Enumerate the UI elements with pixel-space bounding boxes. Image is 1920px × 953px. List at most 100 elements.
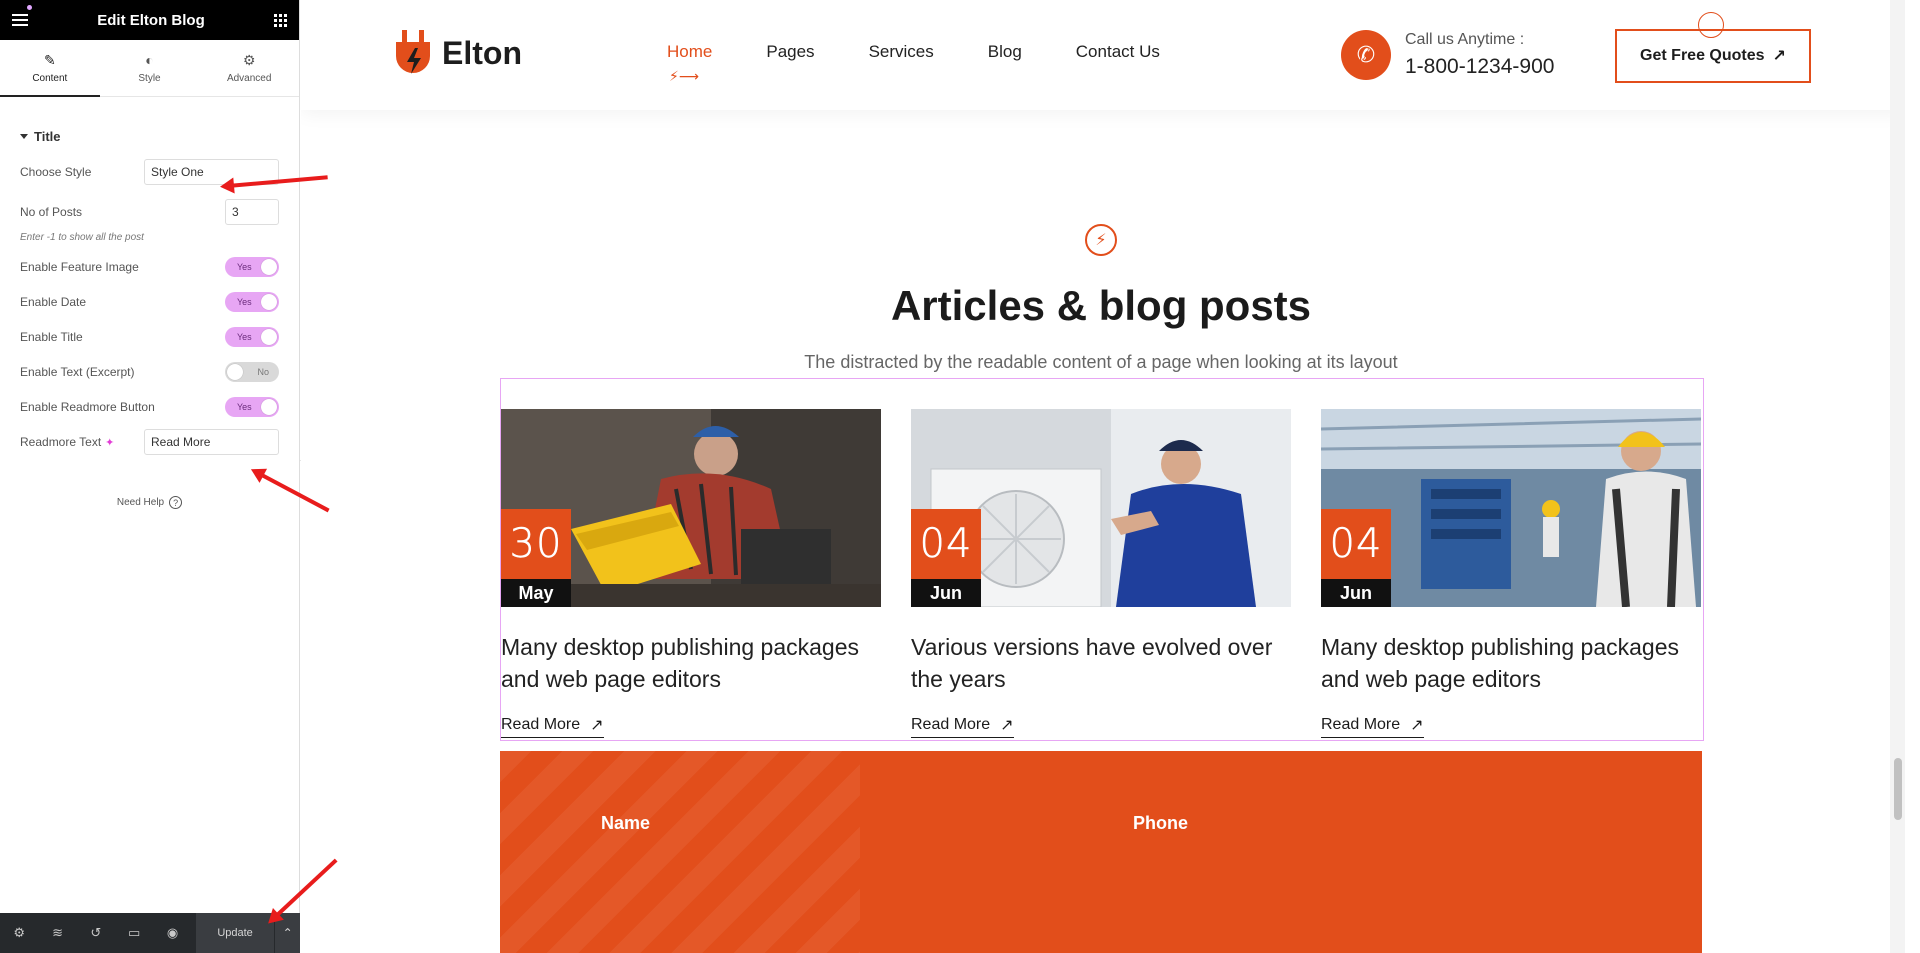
form-label-name: Name: [601, 813, 651, 833]
post-image[interactable]: 04 Jun: [911, 409, 1291, 607]
cursor-ring: [1698, 12, 1724, 38]
post-month: Jun: [1321, 579, 1391, 607]
nav-item-pages[interactable]: Pages: [766, 42, 814, 62]
nav-item-services[interactable]: Services: [869, 42, 934, 62]
hamburger-menu-icon[interactable]: [12, 11, 28, 29]
posts-value: 3: [232, 205, 239, 219]
half-circle-icon: ◐: [145, 51, 154, 68]
blog-card: 04 Jun Many desktop publishing packages …: [1321, 409, 1701, 738]
tab-label: Content: [32, 72, 68, 84]
post-day: 30: [501, 509, 571, 579]
tab-style[interactable]: ◐ Style: [100, 40, 200, 96]
settings-icon[interactable]: ⚙: [0, 913, 38, 953]
switch-state: No: [257, 367, 269, 377]
question-icon: ?: [169, 496, 183, 509]
switch-state: Yes: [237, 262, 252, 272]
posts-number-input[interactable]: 3: [225, 199, 279, 225]
post-title[interactable]: Various versions have evolved over the y…: [911, 631, 1291, 695]
post-day: 04: [1321, 509, 1391, 579]
post-month: Jun: [911, 579, 981, 607]
history-icon[interactable]: ↺: [77, 913, 115, 953]
call-info: ✆ Call us Anytime : 1-800-1234-900: [1341, 30, 1554, 80]
feature-image-switch[interactable]: Yes: [225, 257, 279, 277]
page-scrollbar[interactable]: [1890, 0, 1905, 953]
panel-header: Edit Elton Blog: [0, 0, 299, 40]
switch-state: Yes: [237, 332, 252, 342]
panel-footer: ⚙ ≋ ↺ ▭ ◉ Update ⌃: [0, 913, 300, 953]
gear-icon: ⚙: [242, 51, 256, 68]
apps-grid-icon[interactable]: [273, 13, 287, 27]
readmore-switch[interactable]: Yes: [225, 397, 279, 417]
read-more-link[interactable]: Read More ↗: [911, 715, 1014, 738]
toggle-label: Enable Text (Excerpt): [20, 365, 135, 379]
layers-icon[interactable]: ≋: [38, 913, 76, 953]
toggle-row-excerpt: Enable Text (Excerpt) No: [0, 361, 299, 383]
need-help-link[interactable]: Need Help ?: [0, 496, 299, 509]
arrow-up-right-icon: ↗: [1410, 717, 1424, 734]
tab-advanced[interactable]: ⚙ Advanced: [199, 40, 299, 96]
tab-label: Style: [138, 72, 161, 84]
switch-knob: [261, 329, 277, 345]
readmore-label-text: Readmore Text: [20, 435, 102, 449]
caret-down-icon: [20, 134, 28, 139]
arrow-up-right-icon: ↗: [1772, 48, 1786, 65]
posts-hint: Enter -1 to show all the post: [20, 232, 144, 243]
ai-sparkle-icon[interactable]: ✦: [105, 437, 114, 449]
call-number[interactable]: 1-800-1234-900: [1405, 55, 1554, 79]
readmore-text-control: Readmore Text ✦ Read More: [0, 428, 299, 456]
post-image[interactable]: 04 Jun: [1321, 409, 1701, 607]
need-help-label: Need Help: [116, 497, 165, 508]
bolt-underline-icon: ⚡︎⟶: [669, 68, 699, 84]
post-title[interactable]: Many desktop publishing packages and web…: [501, 631, 881, 695]
read-more-label: Read More: [1321, 716, 1401, 733]
preview-eye-icon[interactable]: ◉: [153, 913, 191, 953]
excerpt-switch[interactable]: No: [225, 362, 279, 382]
toggle-row-title: Enable Title Yes: [0, 326, 299, 348]
nav-item-contact[interactable]: Contact Us: [1076, 42, 1160, 62]
call-label: Call us Anytime :: [1405, 31, 1525, 48]
choose-style-value: Style One: [151, 165, 204, 179]
date-switch[interactable]: Yes: [225, 292, 279, 312]
posts-label: No of Posts: [20, 205, 83, 219]
post-title[interactable]: Many desktop publishing packages and web…: [1321, 631, 1701, 695]
section-subtitle: The distracted by the readable content o…: [804, 352, 1398, 372]
read-more-link[interactable]: Read More ↗: [1321, 715, 1424, 738]
post-image[interactable]: 30 May: [501, 409, 881, 607]
read-more-link[interactable]: Read More ↗: [501, 715, 604, 738]
tab-content[interactable]: ✎ Content: [0, 40, 100, 97]
section-title: Title: [34, 129, 61, 144]
arrow-up-right-icon: ↗: [590, 717, 604, 734]
read-more-label: Read More: [501, 716, 581, 733]
title-switch[interactable]: Yes: [225, 327, 279, 347]
phone-icon: ✆: [1341, 30, 1391, 80]
plug-logo-icon: [396, 30, 430, 74]
blog-card: 04 Jun Various versions have evolved ove…: [911, 409, 1291, 738]
pencil-icon: ✎: [43, 51, 56, 68]
toggle-label: Enable Readmore Button: [20, 400, 155, 414]
update-button[interactable]: Update: [195, 913, 275, 953]
choose-style-label: Choose Style: [20, 165, 92, 179]
read-more-label: Read More: [911, 716, 991, 733]
switch-knob: [261, 259, 277, 275]
bolt-circle-icon: ⚡︎: [1085, 224, 1117, 256]
nav-label: Home: [667, 42, 713, 61]
section-toggle-title[interactable]: Title: [0, 97, 299, 158]
posts-control: No of Posts 3: [0, 198, 299, 226]
quote-label: Get Free Quotes: [1640, 47, 1765, 64]
main-nav: Home ⚡︎⟶ Pages Services Blog Contact Us: [667, 42, 1160, 84]
toggle-label: Enable Title: [20, 330, 83, 344]
switch-knob: [261, 294, 277, 310]
nav-item-blog[interactable]: Blog: [988, 42, 1022, 62]
post-date-badge: 04 Jun: [911, 509, 981, 607]
readmore-text-input[interactable]: Read More: [144, 429, 279, 455]
toggle-label: Enable Feature Image: [20, 260, 139, 274]
decorative-stripes: [500, 751, 860, 953]
contact-form-band: Name Phone: [500, 751, 1702, 953]
post-day: 04: [911, 509, 981, 579]
notification-dot: [27, 5, 32, 10]
scrollbar-thumb[interactable]: [1894, 758, 1902, 820]
responsive-icon[interactable]: ▭: [115, 913, 153, 953]
readmore-text-value: Read More: [151, 435, 211, 449]
nav-item-home[interactable]: Home ⚡︎⟶: [667, 42, 713, 84]
site-logo[interactable]: Elton: [394, 30, 522, 76]
